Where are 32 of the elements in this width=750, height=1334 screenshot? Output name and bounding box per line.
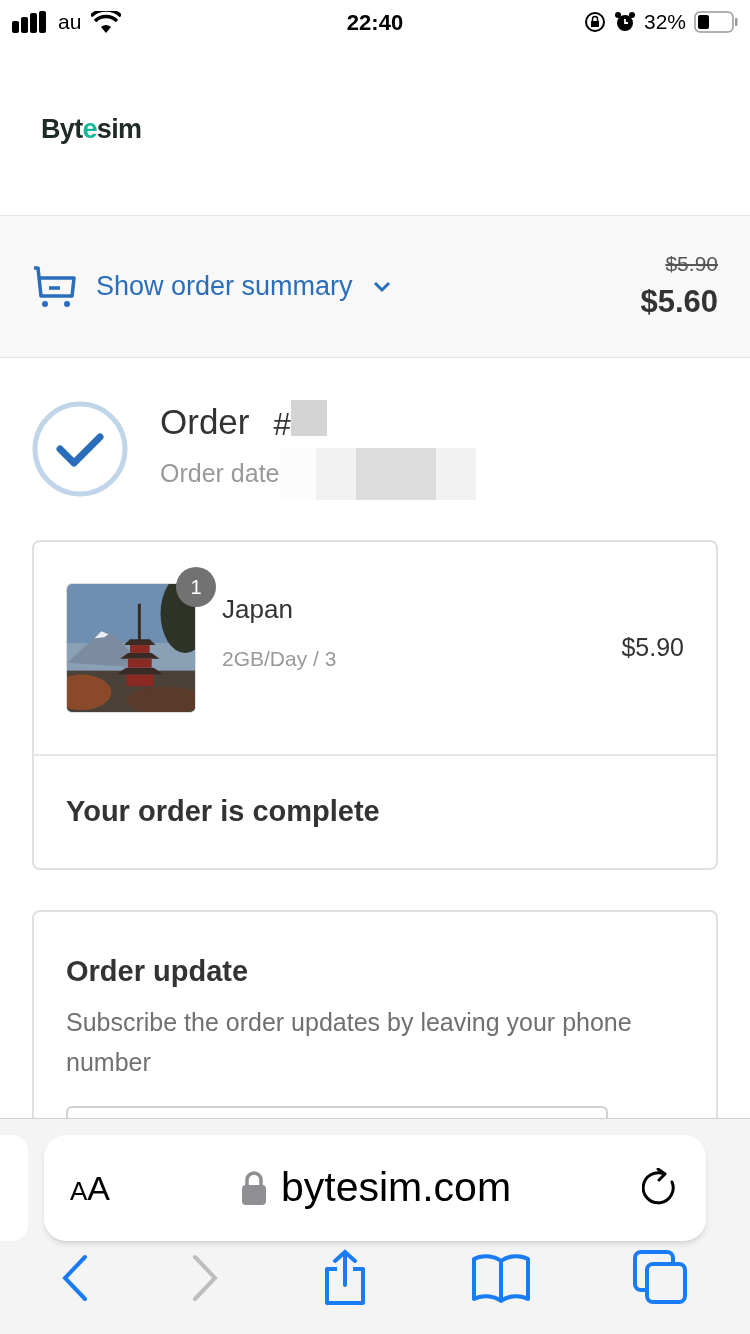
quantity-badge: 1 (176, 567, 216, 607)
clock-time: 22:40 (346, 8, 404, 37)
battery-icon (694, 11, 738, 33)
original-price: $5.90 (665, 250, 718, 277)
alarm-icon (613, 11, 636, 33)
lock-icon (240, 1170, 267, 1206)
order-date-label: Order date (160, 458, 280, 490)
signal-icon (12, 11, 48, 33)
show-summary-toggle[interactable]: Show order summary (32, 265, 391, 308)
product-variant: 2GB/Day / 3 (222, 645, 337, 672)
url-text[interactable]: bytesim.com (280, 1157, 512, 1219)
product-price: $5.90 (621, 632, 684, 664)
text-size-button[interactable]: AA (70, 1162, 111, 1214)
order-update-description: Subscribe the order updates by leaving your phone number (66, 1006, 633, 1078)
wifi-icon (91, 11, 122, 33)
order-status-message: Your order is complete (66, 794, 380, 830)
product-name: Japan (222, 592, 294, 626)
chevron-icon (372, 280, 391, 293)
back-icon[interactable] (61, 1253, 89, 1302)
order-title: Order (160, 400, 250, 443)
address-bar[interactable]: AA bytesim.com (44, 1135, 706, 1241)
cart-icon (32, 265, 76, 308)
carrier-text: au (58, 9, 82, 36)
logo[interactable]: Bytesim (41, 109, 142, 150)
total-price: $5.60 (640, 283, 718, 321)
tabs-icon[interactable] (633, 1249, 689, 1306)
order-update-title: Order update (66, 954, 250, 989)
rotation-lock-icon (583, 11, 606, 33)
bookmarks-icon[interactable] (471, 1252, 531, 1303)
redaction-block (290, 400, 327, 436)
battery-percent: 32% (643, 9, 686, 36)
order-number: # (273, 405, 291, 444)
